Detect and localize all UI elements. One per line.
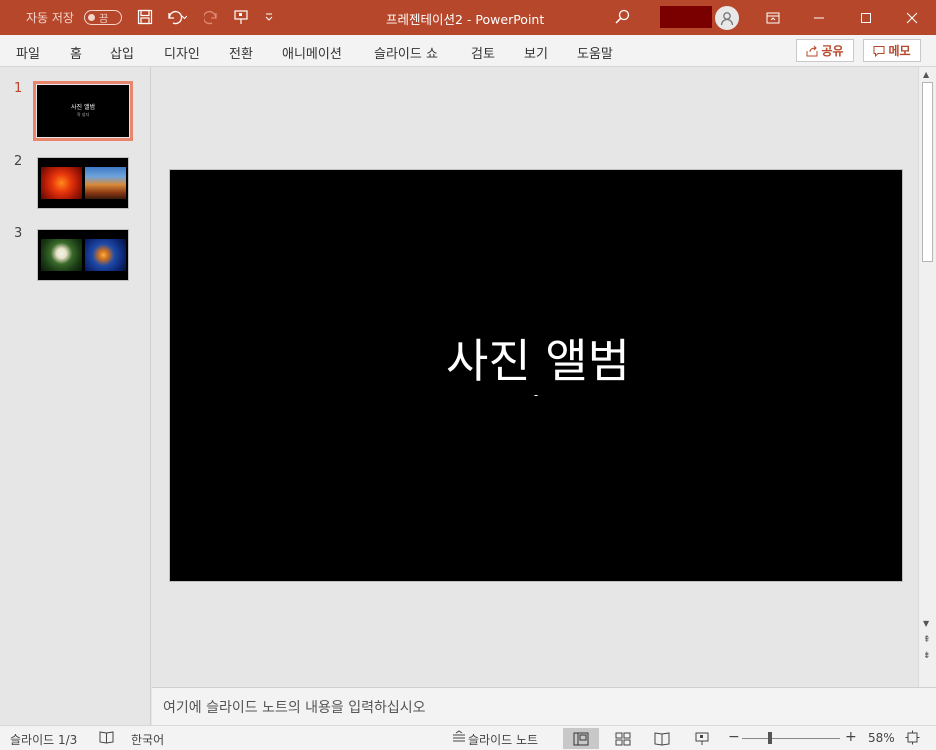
thumbnail-number-2: 2: [14, 154, 23, 169]
zoom-slider-knob[interactable]: [768, 732, 772, 744]
undo-icon[interactable]: [164, 6, 188, 28]
scrollbar-thumb[interactable]: [922, 82, 933, 262]
desert-photo: [85, 167, 126, 199]
comments-label: 메모: [888, 44, 911, 58]
notes-pane[interactable]: 여기에 슬라이드 노트의 내용을 입력하십시오: [152, 687, 936, 725]
tab-view[interactable]: 보기: [524, 43, 548, 62]
slide-thumbnail-3[interactable]: [37, 229, 129, 281]
notes-toggle-button[interactable]: 슬라이드 노트: [468, 731, 538, 748]
tab-transitions[interactable]: 전환: [229, 43, 253, 62]
share-button[interactable]: 공유: [796, 39, 854, 62]
search-icon[interactable]: [610, 6, 634, 28]
autosave-state: 끔: [99, 14, 109, 25]
slide-thumbnail-1[interactable]: 사진 앨범 작 성자: [33, 81, 133, 141]
slide-sorter-button[interactable]: [605, 728, 641, 749]
comments-button[interactable]: 메모: [863, 39, 921, 62]
maximize-icon[interactable]: [843, 0, 889, 35]
thumbnail-number-3: 3: [14, 226, 23, 241]
jellyfish-photo: [85, 239, 126, 271]
ribbon-display-options-icon[interactable]: [750, 0, 796, 35]
previous-slide-icon[interactable]: ⇞: [923, 635, 931, 645]
thumbnail-number-1: 1: [14, 81, 23, 96]
share-label: 공유: [821, 44, 844, 58]
autosave-label: 자동 저장: [26, 11, 74, 25]
slide-thumbnail-pane: 1 사진 앨범 작 성자 2 3: [0, 67, 151, 725]
slideshow-view-button[interactable]: [684, 728, 720, 749]
flower-photo: [41, 167, 82, 199]
slide-counter: 슬라이드 1/3: [10, 733, 78, 747]
scroll-up-icon[interactable]: ▲: [923, 70, 929, 79]
comment-icon: [873, 45, 885, 57]
normal-view-button[interactable]: [563, 728, 599, 749]
language-indicator[interactable]: 한국어: [131, 731, 164, 748]
tab-insert[interactable]: 삽입: [110, 43, 134, 62]
zoom-slider[interactable]: [742, 738, 840, 739]
title-bar: 자동 저장 끔 프레젠테이션2 - PowerPoint: [0, 0, 936, 35]
autosave-toggle[interactable]: 끔: [84, 10, 122, 25]
tab-home[interactable]: 홈: [70, 43, 82, 62]
slide-thumbnail-2[interactable]: [37, 157, 129, 209]
reading-view-button[interactable]: [644, 728, 680, 749]
zoom-level[interactable]: 58%: [868, 731, 895, 745]
tab-file[interactable]: 파일: [16, 43, 40, 62]
minimize-icon[interactable]: [796, 0, 842, 35]
fit-to-window-icon[interactable]: [905, 730, 920, 748]
slide-subtitle[interactable]: -: [170, 388, 902, 402]
slide-sorter-icon: [615, 732, 631, 745]
zoom-in-icon[interactable]: +: [845, 729, 857, 745]
current-slide[interactable]: 사진 앨범 -: [169, 169, 903, 582]
status-bar: 슬라이드 1/3 한국어 슬라이드 노트 − + 58%: [0, 725, 936, 750]
white-flower-photo: [41, 239, 82, 271]
tab-animations[interactable]: 애니메이션: [282, 43, 342, 62]
accessibility-icon[interactable]: [99, 730, 114, 747]
customize-toolbar-icon[interactable]: [257, 6, 281, 28]
tab-design[interactable]: 디자인: [164, 43, 200, 62]
thumbnail-subtitle: 작 성자: [76, 112, 90, 117]
notes-placeholder[interactable]: 여기에 슬라이드 노트의 내용을 입력하십시오: [163, 697, 426, 717]
account-avatar-icon[interactable]: [715, 6, 739, 30]
scroll-down-icon[interactable]: ▼: [923, 619, 929, 628]
normal-view-icon: [573, 732, 589, 745]
vertical-scrollbar[interactable]: ▲ ▼ ⇞ ⇟: [918, 67, 936, 687]
slideshow-view-icon: [695, 732, 709, 745]
ribbon-tabs: 파일 홈 삽입 디자인 전환 애니메이션 슬라이드 쇼 검토 보기 도움말 공유…: [0, 35, 936, 67]
slide-title[interactable]: 사진 앨범: [170, 325, 902, 391]
notes-icon: [452, 730, 466, 747]
redo-icon[interactable]: [200, 6, 224, 28]
toggle-knob: [88, 14, 95, 21]
reading-view-icon: [654, 731, 670, 746]
next-slide-icon[interactable]: ⇟: [923, 651, 931, 661]
save-icon[interactable]: [133, 6, 157, 28]
zoom-out-icon[interactable]: −: [728, 729, 740, 745]
tab-review[interactable]: 검토: [471, 43, 495, 62]
tab-slideshow[interactable]: 슬라이드 쇼: [374, 43, 438, 62]
document-title: 프레젠테이션2 - PowerPoint: [386, 12, 545, 27]
tab-help[interactable]: 도움말: [577, 43, 613, 62]
present-icon[interactable]: [229, 6, 253, 28]
share-icon: [806, 45, 818, 56]
thumbnail-title: 사진 앨범: [71, 104, 95, 111]
account-name-block[interactable]: [660, 6, 712, 28]
close-icon[interactable]: [889, 0, 935, 35]
